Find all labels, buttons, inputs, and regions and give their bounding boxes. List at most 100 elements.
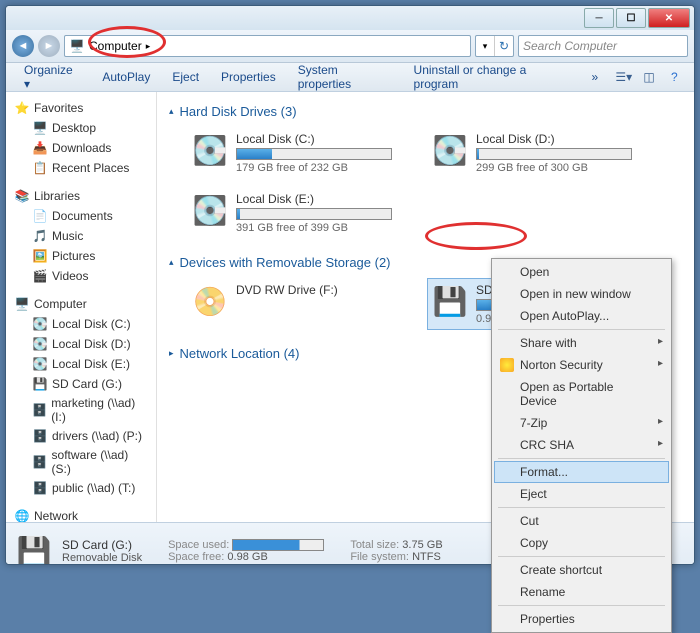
toolbar-autoplay[interactable]: AutoPlay bbox=[92, 66, 160, 88]
status-used-bar bbox=[232, 539, 324, 551]
toolbar-properties[interactable]: Properties bbox=[211, 66, 286, 88]
sidebar-network[interactable]: 🌐Network bbox=[6, 506, 156, 522]
computer-icon: 🖥️ bbox=[69, 38, 85, 54]
sidebar-item-software[interactable]: 🗄️software (\\ad) (S:) bbox=[6, 446, 156, 478]
view-button[interactable]: ☰▾ bbox=[612, 67, 635, 87]
drive-item[interactable]: 💽 Local Disk (D:) 299 GB free of 300 GB bbox=[427, 127, 637, 179]
toolbar-organize[interactable]: Organize ▾ bbox=[14, 59, 90, 95]
sidebar-item-drivers[interactable]: 🗄️drivers (\\ad) (P:) bbox=[6, 426, 156, 446]
menu-item-open-autoplay[interactable]: Open AutoPlay... bbox=[494, 305, 669, 327]
drive-space-text: 179 GB free of 232 GB bbox=[236, 162, 392, 174]
toolbar-overflow[interactable]: » bbox=[581, 66, 608, 88]
sidebar-item-disk-e[interactable]: 💽Local Disk (E:) bbox=[6, 354, 156, 374]
menu-item-zip[interactable]: 7-Zip bbox=[494, 412, 669, 434]
toolbar-eject[interactable]: Eject bbox=[162, 66, 209, 88]
menu-item-open-in-new-window[interactable]: Open in new window bbox=[494, 283, 669, 305]
menu-item-properties[interactable]: Properties bbox=[494, 608, 669, 630]
toolbar: Organize ▾ AutoPlay Eject Properties Sys… bbox=[6, 63, 694, 92]
sidebar-favorites[interactable]: ⭐Favorites bbox=[6, 98, 156, 118]
toolbar-uninstall[interactable]: Uninstall or change a program bbox=[404, 59, 580, 95]
sidebar-item-disk-d[interactable]: 💽Local Disk (D:) bbox=[6, 334, 156, 354]
drive-space-bar bbox=[236, 148, 392, 160]
sdcard-icon: 💾 bbox=[32, 376, 48, 392]
drive-item[interactable]: 💽 Local Disk (C:) 179 GB free of 232 GB bbox=[187, 127, 397, 179]
sidebar-item-documents[interactable]: 📄Documents bbox=[6, 206, 156, 226]
breadcrumb-arrow-icon: ▸ bbox=[146, 41, 151, 52]
music-icon: 🎵 bbox=[32, 228, 48, 244]
menu-item-crc-sha[interactable]: CRC SHA bbox=[494, 434, 669, 456]
expand-icon: ▸ bbox=[169, 348, 174, 359]
sidebar-item-marketing[interactable]: 🗄️marketing (\\ad) (I:) bbox=[6, 394, 156, 426]
sidebar-item-disk-c[interactable]: 💽Local Disk (C:) bbox=[6, 314, 156, 334]
menu-item-open[interactable]: Open bbox=[494, 261, 669, 283]
menu-item-share-with[interactable]: Share with bbox=[494, 332, 669, 354]
sidebar-item-desktop[interactable]: 🖥️Desktop bbox=[6, 118, 156, 138]
status-type: Removable Disk bbox=[62, 552, 142, 564]
menu-item-eject[interactable]: Eject bbox=[494, 483, 669, 505]
context-menu: OpenOpen in new windowOpen AutoPlay... Sh… bbox=[491, 258, 672, 633]
disk-icon: 💽 bbox=[32, 316, 48, 332]
hdd-icon: 💽 bbox=[192, 192, 228, 228]
drive-name: Local Disk (D:) bbox=[476, 132, 632, 146]
drive-name: DVD RW Drive (F:) bbox=[236, 283, 392, 297]
hdd-icon: 💽 bbox=[432, 132, 468, 168]
menu-separator bbox=[498, 605, 665, 606]
menu-separator bbox=[498, 329, 665, 330]
desktop-icon: 🖥️ bbox=[32, 120, 48, 136]
hdd-icon: 💽 bbox=[192, 132, 228, 168]
menu-item-norton-security[interactable]: Norton Security bbox=[494, 354, 669, 376]
menu-separator bbox=[498, 507, 665, 508]
back-button[interactable]: ◄ bbox=[12, 35, 34, 57]
toolbar-system-properties[interactable]: System properties bbox=[288, 59, 402, 95]
sd-icon: 💾 bbox=[432, 283, 468, 319]
menu-item-copy[interactable]: Copy bbox=[494, 532, 669, 554]
network-icon: 🌐 bbox=[14, 508, 30, 522]
forward-button[interactable]: ► bbox=[38, 35, 60, 57]
minimize-button[interactable]: ─ bbox=[584, 8, 614, 28]
pictures-icon: 🖼️ bbox=[32, 248, 48, 264]
recent-icon: 📋 bbox=[32, 160, 48, 176]
menu-item-create-shortcut[interactable]: Create shortcut bbox=[494, 559, 669, 581]
search-placeholder: Search Computer bbox=[523, 39, 617, 53]
sidebar-item-downloads[interactable]: 📥Downloads bbox=[6, 138, 156, 158]
disk-icon: 💽 bbox=[32, 356, 48, 372]
drive-space-text: 391 GB free of 399 GB bbox=[236, 222, 392, 234]
menu-separator bbox=[498, 458, 665, 459]
maximize-button[interactable]: ☐ bbox=[616, 8, 646, 28]
sidebar-item-pictures[interactable]: 🖼️Pictures bbox=[6, 246, 156, 266]
sidebar-item-videos[interactable]: 🎬Videos bbox=[6, 266, 156, 286]
refresh-button[interactable]: ↻ bbox=[494, 36, 513, 56]
menu-item-open-as-portable-device[interactable]: Open as Portable Device bbox=[494, 376, 669, 412]
breadcrumb-box[interactable]: 🖥️ Computer ▸ bbox=[64, 35, 471, 57]
collapse-icon: ▴ bbox=[169, 106, 174, 117]
sdcard-icon: 💾 bbox=[16, 533, 52, 565]
drive-space-text: 299 GB free of 300 GB bbox=[476, 162, 632, 174]
sidebar-item-music[interactable]: 🎵Music bbox=[6, 226, 156, 246]
menu-item-rename[interactable]: Rename bbox=[494, 581, 669, 603]
menu-item-cut[interactable]: Cut bbox=[494, 510, 669, 532]
menu-item-format[interactable]: Format... bbox=[494, 461, 669, 483]
status-name: SD Card (G:) bbox=[62, 538, 142, 552]
downloads-icon: 📥 bbox=[32, 140, 48, 156]
collapse-icon: ▴ bbox=[169, 257, 174, 268]
netdrive-icon: 🗄️ bbox=[32, 480, 48, 496]
preview-pane-button[interactable]: ◫ bbox=[637, 67, 660, 87]
address-dropdown-button[interactable]: ▾ bbox=[476, 36, 494, 56]
search-box[interactable]: Search Computer bbox=[518, 35, 688, 57]
sidebar-libraries[interactable]: 📚Libraries bbox=[6, 186, 156, 206]
computer-icon: 🖥️ bbox=[14, 296, 30, 312]
menu-separator bbox=[498, 556, 665, 557]
sidebar-computer[interactable]: 🖥️Computer bbox=[6, 294, 156, 314]
help-button[interactable]: ? bbox=[663, 67, 686, 87]
netdrive-icon: 🗄️ bbox=[32, 402, 47, 418]
close-button[interactable]: ✕ bbox=[648, 8, 690, 28]
drive-space-bar bbox=[476, 148, 632, 160]
sidebar-item-public[interactable]: 🗄️public (\\ad) (T:) bbox=[6, 478, 156, 498]
breadcrumb-root[interactable]: Computer bbox=[89, 39, 142, 53]
sidebar-item-sdcard-g[interactable]: 💾SD Card (G:) bbox=[6, 374, 156, 394]
drive-space-bar bbox=[236, 208, 392, 220]
sidebar-item-recent[interactable]: 📋Recent Places bbox=[6, 158, 156, 178]
section-hdd[interactable]: ▴Hard Disk Drives (3) bbox=[169, 100, 682, 123]
drive-item[interactable]: 💽 Local Disk (E:) 391 GB free of 399 GB bbox=[187, 187, 397, 239]
drive-item[interactable]: 📀 DVD RW Drive (F:) bbox=[187, 278, 397, 330]
